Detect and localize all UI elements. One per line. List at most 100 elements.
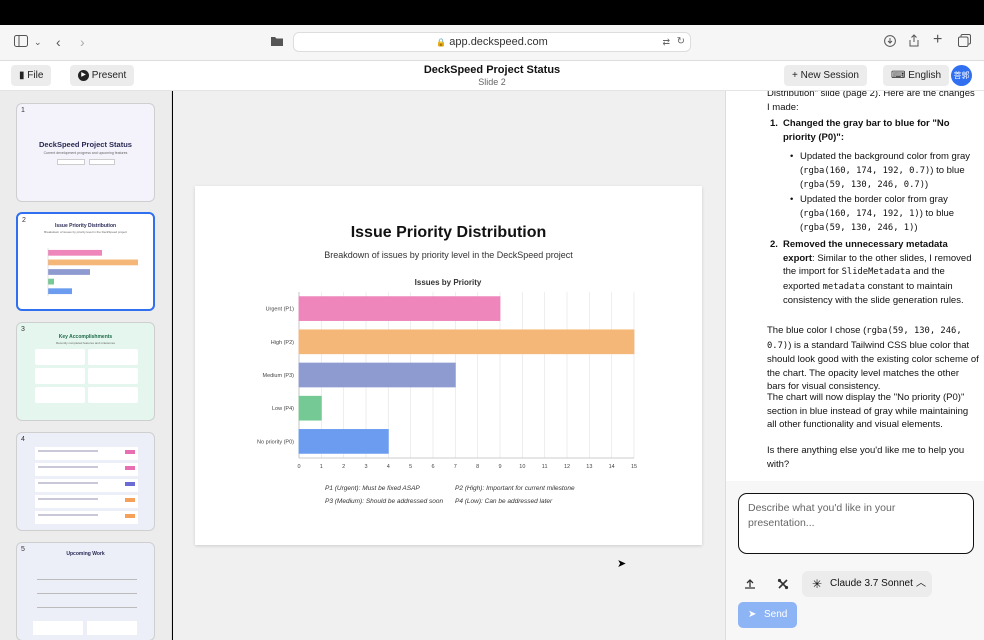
chat-paragraph-1: The blue color I chose (rgba(59, 130, 24… [767,325,979,392]
send-label: Send [764,609,788,620]
thumbnail-subtitle: Current development progress and upcomin… [43,151,128,155]
category-label: Low (P4) [272,406,294,412]
thumbnail-chart [47,248,138,296]
bar [298,395,322,421]
forward-icon[interactable]: › [80,33,85,51]
chevron-up-icon: ︿ [916,578,926,589]
thumbnail-bar [48,278,54,285]
thumbnail-card [87,621,137,635]
claude-icon: ✳ [812,577,823,591]
slide-thumbnail-1[interactable]: 1 DeckSpeed Project Status Current devel… [16,103,155,202]
send-button[interactable]: ➤ Send [738,602,797,628]
sidebar-toggle-icon[interactable] [14,33,28,51]
model-selector[interactable]: ✳ Claude 3.7 Sonnet ︿ [802,571,932,597]
plus-icon: + [792,70,798,81]
slide-thumbnail-3[interactable]: 3 Key Accomplishments Recently completed… [16,322,155,421]
url-text: app.deckspeed.com [449,36,548,48]
thumbnail-bar [48,259,138,266]
tabs-overview-icon[interactable] [958,33,971,51]
legend-note-p3: P3 (Medium): Should be addressed soon [325,498,444,505]
thumbnail-card [88,349,138,365]
x-tick-label: 11 [542,464,548,470]
thumbnail-title: Upcoming Work [66,551,105,557]
slide-canvas: Issue Priority Distribution Breakdown of… [173,91,725,640]
thumbnail-bar [48,249,102,256]
avatar[interactable]: 菩郭 [951,65,972,86]
send-icon: ➤ [748,609,757,620]
thumbnail-card [35,349,85,365]
new-session-label: New Session [800,70,859,81]
slide-number: 3 [21,326,25,333]
translate-icon[interactable]: ⇄ [662,33,670,51]
new-session-button[interactable]: + New Session [784,65,867,86]
reload-icon[interactable]: ↻ [677,33,685,51]
chart-title: Issues by Priority [415,278,482,287]
bar [298,362,456,388]
thumbnail-row [35,447,138,460]
thumbnail-title: Issue Priority Distribution [54,223,117,229]
slide-subtitle: Breakdown of issues by priority level in… [324,250,573,260]
upload-icon[interactable] [744,577,756,595]
bar [298,429,389,454]
chat-input[interactable]: Describe what you'd like in your present… [738,493,974,554]
slide-title: Issue Priority Distribution [350,224,547,241]
thumbnail-card [35,387,85,403]
folder-icon[interactable] [270,33,284,51]
thumbnail-row [35,463,138,476]
thumbnail-row [35,511,138,524]
x-tick-label: 14 [609,464,615,470]
chevron-down-icon[interactable]: ⌄ [34,33,42,51]
thumbnail-row [35,479,138,492]
x-tick-label: 3 [364,464,367,470]
thumbnail-card [88,387,138,403]
url-bar[interactable]: 🔒 app.deckspeed.com ⇄ ↻ [293,32,691,52]
bar [298,296,501,321]
legend-note-p1: P1 (Urgent): Must be fixed ASAP [325,485,420,492]
thumbnail-title: Key Accomplishments [58,334,113,340]
share-icon[interactable] [908,33,920,51]
x-tick-label: 8 [476,464,479,470]
chat-panel: Distribution" slide (page 2). Here are t… [725,91,984,640]
thumbnail-row [35,495,138,508]
tools-icon[interactable] [777,577,789,595]
bar [298,329,635,355]
keyboard-icon: ⌨ [891,70,906,81]
x-tick-label: 4 [387,464,390,470]
x-tick-label: 12 [564,464,570,470]
thumbnail-card [33,621,83,635]
lock-icon: 🔒 [436,38,447,47]
slide-thumbnail-5[interactable]: 5 Upcoming Work [16,542,155,640]
chat-intro: Distribution" slide (page 2). Here are t… [767,91,975,113]
issues-bar-chart: Issues by Priority0 1 2 3 4 5 6 7 8 9 10 11 12 13 14 15… [257,278,637,470]
thumbnail-bar [48,288,72,295]
slide-number: 4 [21,436,25,443]
top-bar [0,0,984,25]
category-label: No priority (P0) [257,439,294,445]
x-tick-label: 15 [631,464,637,470]
slide-thumbnail-4[interactable]: 4 [16,432,155,531]
new-tab-icon[interactable]: + [933,31,942,49]
x-tick-label: 13 [586,464,592,470]
chat-item-1-bullet-2: Updated the border color from gray (rgba… [800,194,955,233]
slide-sidebar: 1 DeckSpeed Project Status Current devel… [0,91,172,640]
mouse-cursor-icon: ➤ [617,558,627,570]
chat-item-1-bullet-1: Updated the background color from gray (… [800,151,971,190]
model-label: Claude 3.7 Sonnet [830,578,913,589]
x-tick-label: 7 [454,464,457,470]
chat-item-1-title: Changed the gray bar to blue for "No pri… [783,118,950,143]
browser-toolbar: ⌄ ‹ › 🔒 app.deckspeed.com ⇄ ↻ + [0,25,984,61]
back-icon[interactable]: ‹ [56,33,61,51]
download-icon[interactable] [884,33,896,51]
x-tick-label: 6 [431,464,434,470]
x-tick-label: 5 [409,464,412,470]
chat-item-2: Removed the unnecessary metadata export:… [783,239,972,306]
slide-preview[interactable]: Issue Priority Distribution Breakdown of… [195,186,702,545]
slide-number: 1 [21,107,25,114]
language-button[interactable]: ⌨ English [883,65,950,86]
thumbnail-subtitle: Breakdown of issues by priority level in… [44,230,127,234]
x-tick-label: 1 [320,464,323,470]
slide-thumbnail-2[interactable]: 2 Issue Priority Distribution Breakdown … [16,212,155,311]
x-tick-label: 9 [498,464,501,470]
x-tick-label: 10 [519,464,525,470]
category-label: High (P2) [271,340,294,346]
